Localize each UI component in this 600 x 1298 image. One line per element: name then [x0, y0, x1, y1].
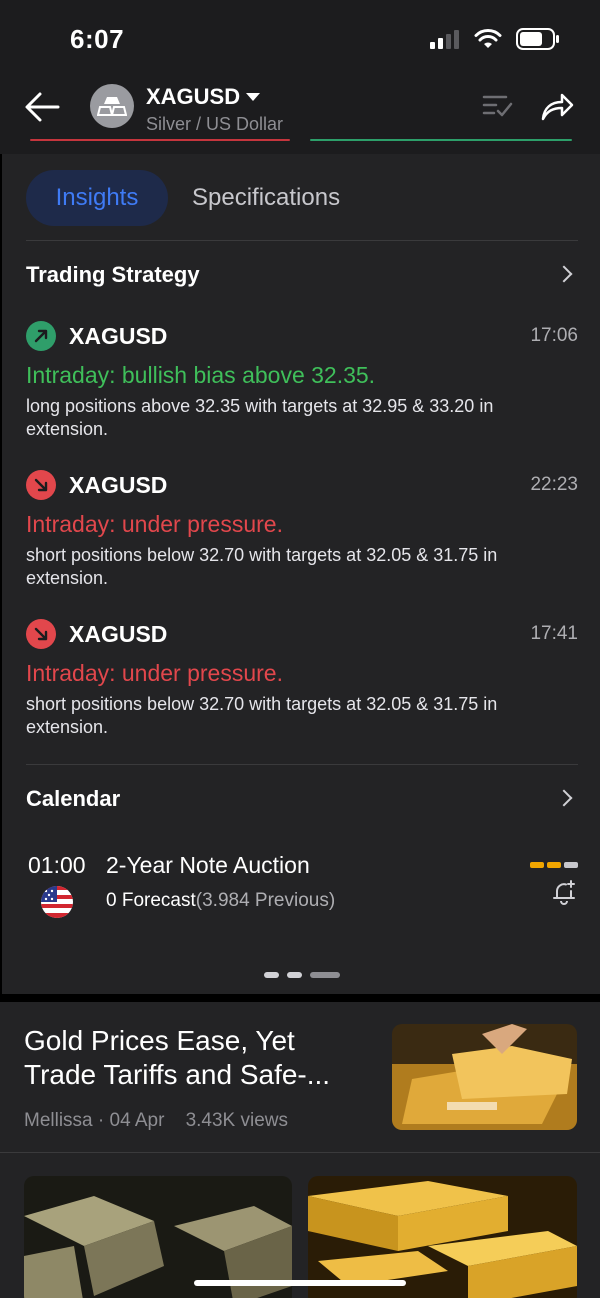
forecast-value: 0 Forecast	[106, 890, 196, 911]
chevron-right-icon[interactable]	[555, 265, 573, 283]
calendar-title[interactable]: Calendar	[26, 786, 120, 812]
strategy-time: 22:23	[530, 474, 578, 495]
strategy-symbol: XAGUSD	[69, 471, 168, 498]
battery-icon	[516, 28, 559, 50]
page-dot	[264, 972, 279, 978]
previous-value: (3.984 Previous)	[195, 890, 336, 911]
page-dot-active	[310, 972, 340, 978]
arrow-up-right-icon	[26, 321, 56, 351]
signal-icon	[430, 30, 459, 49]
silver-bars-avatar	[90, 84, 134, 128]
strategy-description: short positions below 32.70 with targets…	[26, 545, 498, 588]
silver-bars-icon	[97, 97, 127, 116]
news-views: 3.43K views	[185, 1110, 289, 1131]
event-name: 2-Year Note Auction	[106, 852, 310, 878]
meta-separator: ·	[97, 1110, 110, 1131]
impact-bar	[564, 862, 578, 868]
strategy-description: short positions below 32.70 with targets…	[26, 694, 498, 737]
news-thumbnail[interactable]	[392, 1024, 577, 1130]
event-forecast: 0 Forecast(3.984 Previous)	[106, 890, 335, 912]
calendar-event[interactable]: 01:00 2-Year Note Auction 0 Forecast(3.9…	[26, 850, 578, 922]
trading-strategy-title[interactable]: Trading Strategy	[26, 262, 200, 288]
share-icon[interactable]	[540, 92, 574, 122]
page-indicator	[264, 972, 340, 978]
meta-gap	[170, 1110, 181, 1131]
strategy-title: Intraday: under pressure.	[26, 511, 283, 537]
strategy-item[interactable]: XAGUSD 17:06 Intraday: bullish bias abov…	[26, 320, 578, 441]
news-author: Mellissa	[24, 1110, 93, 1131]
arrow-down-right-icon	[26, 619, 56, 649]
page-dot	[287, 972, 302, 978]
insights-card: Insights Specifications Trading Strategy…	[0, 154, 600, 994]
status-bar: 6:07	[0, 0, 600, 78]
news-section: Gold Prices Ease, Yet Trade Tariffs and …	[0, 1002, 600, 1298]
strategy-symbol: XAGUSD	[69, 322, 168, 349]
status-time: 6:07	[70, 24, 125, 54]
divider	[26, 240, 578, 241]
impact-level	[530, 862, 578, 868]
event-time: 01:00	[28, 852, 86, 878]
sell-price-bar	[30, 139, 290, 141]
chevron-right-icon[interactable]	[555, 789, 573, 807]
status-icons	[430, 28, 560, 50]
back-arrow-icon[interactable]	[22, 90, 62, 124]
symbol-label: XAGUSD	[146, 84, 241, 109]
news-headline[interactable]: Gold Prices Ease, Yet Trade Tariffs and …	[24, 1024, 364, 1092]
impact-bar	[530, 862, 544, 868]
news-date: 04 Apr	[109, 1110, 165, 1131]
caret-down-icon	[246, 93, 261, 101]
tab-insights[interactable]: Insights	[26, 170, 168, 226]
us-flag-icon	[41, 886, 73, 918]
tab-bar: Insights Specifications	[26, 170, 346, 226]
instrument-header: XAGUSD Silver / US Dollar	[0, 78, 600, 154]
strategy-description: long positions above 32.35 with targets …	[26, 396, 494, 439]
divider	[26, 764, 578, 765]
strategy-title: Intraday: bullish bias above 32.35.	[26, 362, 376, 388]
tab-specifications[interactable]: Specifications	[186, 170, 346, 226]
watchlist-icon[interactable]	[482, 92, 514, 120]
home-indicator[interactable]	[194, 1280, 406, 1286]
arrow-down-right-icon	[26, 470, 56, 500]
divider	[0, 1152, 600, 1153]
strategy-title: Intraday: under pressure.	[26, 660, 283, 686]
strategy-time: 17:06	[530, 325, 578, 346]
strategy-time: 17:41	[530, 623, 578, 644]
news-meta: Mellissa · 04 Apr 3.43K views	[24, 1110, 288, 1132]
buy-price-bar	[310, 139, 572, 141]
bell-add-icon[interactable]	[552, 880, 576, 906]
strategy-item[interactable]: XAGUSD 22:23 Intraday: under pressure. s…	[26, 469, 578, 590]
symbol-selector[interactable]: XAGUSD	[146, 84, 261, 110]
strategy-item[interactable]: XAGUSD 17:41 Intraday: under pressure. s…	[26, 618, 578, 739]
strategy-symbol: XAGUSD	[69, 620, 168, 647]
wifi-icon	[474, 29, 502, 48]
symbol-subtitle: Silver / US Dollar	[146, 114, 284, 134]
impact-bar	[547, 862, 561, 868]
